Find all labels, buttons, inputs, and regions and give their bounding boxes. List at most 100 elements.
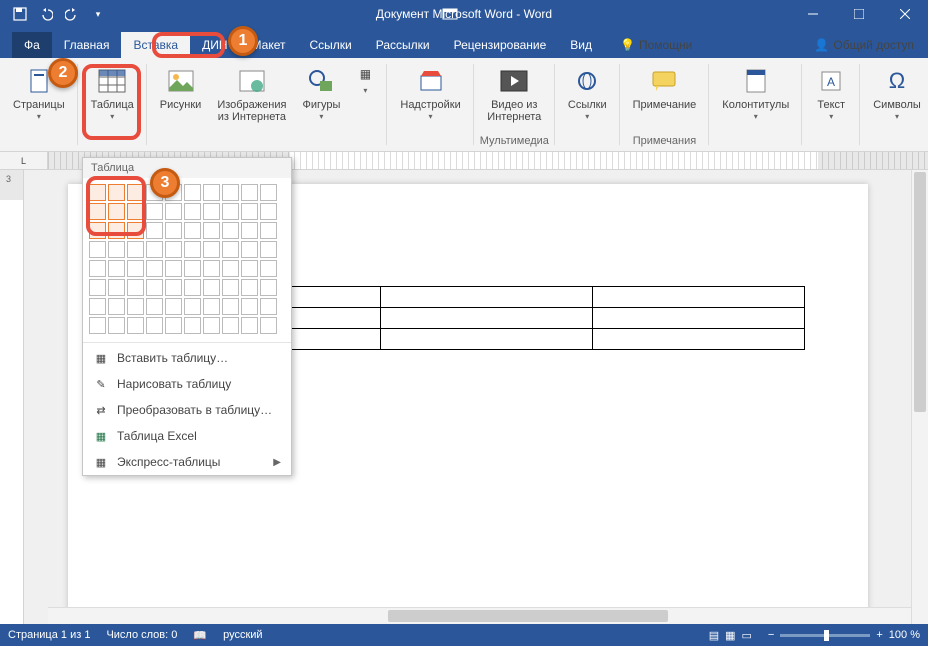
- grid-cell[interactable]: [222, 184, 239, 201]
- grid-cell[interactable]: [89, 317, 106, 334]
- grid-cell[interactable]: [89, 298, 106, 315]
- pictures-button[interactable]: Рисунки: [153, 60, 209, 147]
- grid-cell[interactable]: [222, 203, 239, 220]
- grid-cell[interactable]: [241, 203, 258, 220]
- addins-button[interactable]: Надстройки▾: [393, 60, 467, 147]
- close-button[interactable]: [882, 0, 928, 28]
- grid-cell[interactable]: [241, 298, 258, 315]
- grid-cell[interactable]: [184, 184, 201, 201]
- word-count[interactable]: Число слов: 0: [106, 629, 177, 641]
- grid-cell[interactable]: [203, 317, 220, 334]
- grid-cell[interactable]: [127, 298, 144, 315]
- vertical-ruler[interactable]: 3: [0, 170, 24, 624]
- grid-cell[interactable]: [241, 184, 258, 201]
- grid-cell[interactable]: [222, 222, 239, 239]
- insert-table-item[interactable]: ▦Вставить таблицу…: [83, 345, 291, 371]
- grid-cell[interactable]: [241, 241, 258, 258]
- grid-cell[interactable]: [165, 279, 182, 296]
- grid-cell[interactable]: [89, 279, 106, 296]
- page-indicator[interactable]: Страница 1 из 1: [8, 629, 90, 641]
- grid-cell[interactable]: [89, 260, 106, 277]
- grid-cell[interactable]: [146, 203, 163, 220]
- grid-cell[interactable]: [184, 298, 201, 315]
- grid-cell[interactable]: [260, 298, 277, 315]
- grid-cell[interactable]: [165, 241, 182, 258]
- online-pictures-button[interactable]: Изображения из Интернета: [210, 60, 293, 147]
- horizontal-scrollbar[interactable]: [48, 607, 911, 624]
- grid-cell[interactable]: [203, 298, 220, 315]
- grid-cell[interactable]: [146, 298, 163, 315]
- grid-cell[interactable]: [108, 222, 125, 239]
- grid-cell[interactable]: [241, 260, 258, 277]
- zoom-slider[interactable]: [780, 634, 870, 637]
- grid-cell[interactable]: [260, 317, 277, 334]
- table-size-grid[interactable]: [83, 178, 291, 340]
- grid-cell[interactable]: [108, 241, 125, 258]
- grid-cell[interactable]: [108, 260, 125, 277]
- grid-cell[interactable]: [184, 203, 201, 220]
- grid-cell[interactable]: [184, 222, 201, 239]
- print-layout-icon[interactable]: ▦: [725, 629, 735, 642]
- read-mode-icon[interactable]: ▤: [709, 629, 719, 642]
- grid-cell[interactable]: [127, 279, 144, 296]
- grid-cell[interactable]: [222, 298, 239, 315]
- tab-view[interactable]: Вид: [558, 32, 604, 58]
- grid-cell[interactable]: [89, 203, 106, 220]
- grid-cell[interactable]: [184, 317, 201, 334]
- grid-cell[interactable]: [260, 184, 277, 201]
- grid-cell[interactable]: [127, 184, 144, 201]
- grid-cell[interactable]: [165, 222, 182, 239]
- tab-insert[interactable]: Вставка: [121, 32, 190, 58]
- grid-cell[interactable]: [127, 317, 144, 334]
- zoom-out-button[interactable]: −: [768, 629, 774, 641]
- vertical-scrollbar[interactable]: [911, 170, 928, 624]
- tab-home[interactable]: Главная: [52, 32, 122, 58]
- quick-tables-item[interactable]: ▦Экспресс-таблицы▶: [83, 449, 291, 475]
- qat-more-icon[interactable]: ▾: [86, 2, 110, 26]
- grid-cell[interactable]: [127, 222, 144, 239]
- share-button[interactable]: 👤Общий доступ: [800, 32, 928, 58]
- scrollbar-thumb[interactable]: [914, 172, 926, 412]
- zoom-level[interactable]: 100 %: [889, 629, 920, 641]
- grid-cell[interactable]: [89, 241, 106, 258]
- ribbon-display-options-icon[interactable]: [427, 0, 473, 28]
- illustrations-more-button[interactable]: ▦▾: [349, 60, 381, 147]
- links-button[interactable]: Ссылки▾: [561, 60, 614, 147]
- grid-cell[interactable]: [127, 260, 144, 277]
- grid-cell[interactable]: [222, 317, 239, 334]
- tell-me[interactable]: 💡Помощни: [614, 32, 698, 58]
- grid-cell[interactable]: [89, 184, 106, 201]
- grid-cell[interactable]: [203, 184, 220, 201]
- excel-table-item[interactable]: ▦Таблица Excel: [83, 423, 291, 449]
- zoom-in-button[interactable]: +: [876, 629, 882, 641]
- grid-cell[interactable]: [222, 279, 239, 296]
- scrollbar-thumb[interactable]: [388, 610, 668, 622]
- text-button[interactable]: AТекст▾: [808, 60, 854, 147]
- grid-cell[interactable]: [146, 260, 163, 277]
- tab-references[interactable]: Ссылки: [297, 32, 363, 58]
- grid-cell[interactable]: [165, 317, 182, 334]
- table-button[interactable]: Таблица▾: [84, 60, 141, 147]
- grid-cell[interactable]: [108, 184, 125, 201]
- grid-cell[interactable]: [146, 241, 163, 258]
- grid-cell[interactable]: [184, 279, 201, 296]
- undo-icon[interactable]: [34, 2, 58, 26]
- grid-cell[interactable]: [127, 203, 144, 220]
- tab-review[interactable]: Рецензирование: [442, 32, 559, 58]
- maximize-button[interactable]: [836, 0, 882, 28]
- grid-cell[interactable]: [260, 222, 277, 239]
- web-layout-icon[interactable]: ▭: [742, 629, 752, 642]
- language-indicator[interactable]: русский: [223, 629, 262, 641]
- zoom-slider-thumb[interactable]: [824, 630, 829, 641]
- spellcheck-icon[interactable]: 📖: [193, 629, 207, 642]
- grid-cell[interactable]: [203, 203, 220, 220]
- grid-cell[interactable]: [260, 279, 277, 296]
- grid-cell[interactable]: [184, 241, 201, 258]
- draw-table-item[interactable]: ✎Нарисовать таблицу: [83, 371, 291, 397]
- grid-cell[interactable]: [108, 317, 125, 334]
- grid-cell[interactable]: [203, 279, 220, 296]
- grid-cell[interactable]: [241, 317, 258, 334]
- grid-cell[interactable]: [108, 298, 125, 315]
- grid-cell[interactable]: [260, 260, 277, 277]
- grid-cell[interactable]: [184, 260, 201, 277]
